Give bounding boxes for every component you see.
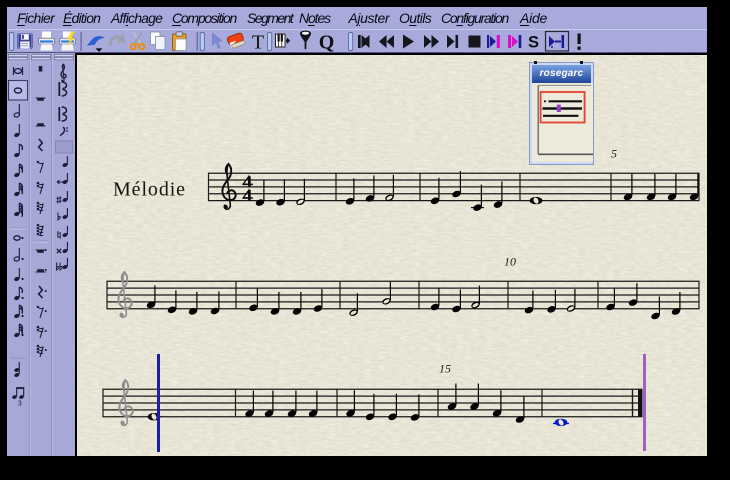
svg-text:Q: Q <box>319 32 335 53</box>
svg-text:15: 15 <box>439 362 451 376</box>
svg-text:Mélodie: Mélodie <box>113 178 186 200</box>
svg-text:10: 10 <box>504 255 516 269</box>
svg-text:S: S <box>528 34 539 52</box>
svg-text:T: T <box>252 32 264 53</box>
svg-text:5: 5 <box>611 147 617 161</box>
svg-text:3: 3 <box>18 401 22 408</box>
